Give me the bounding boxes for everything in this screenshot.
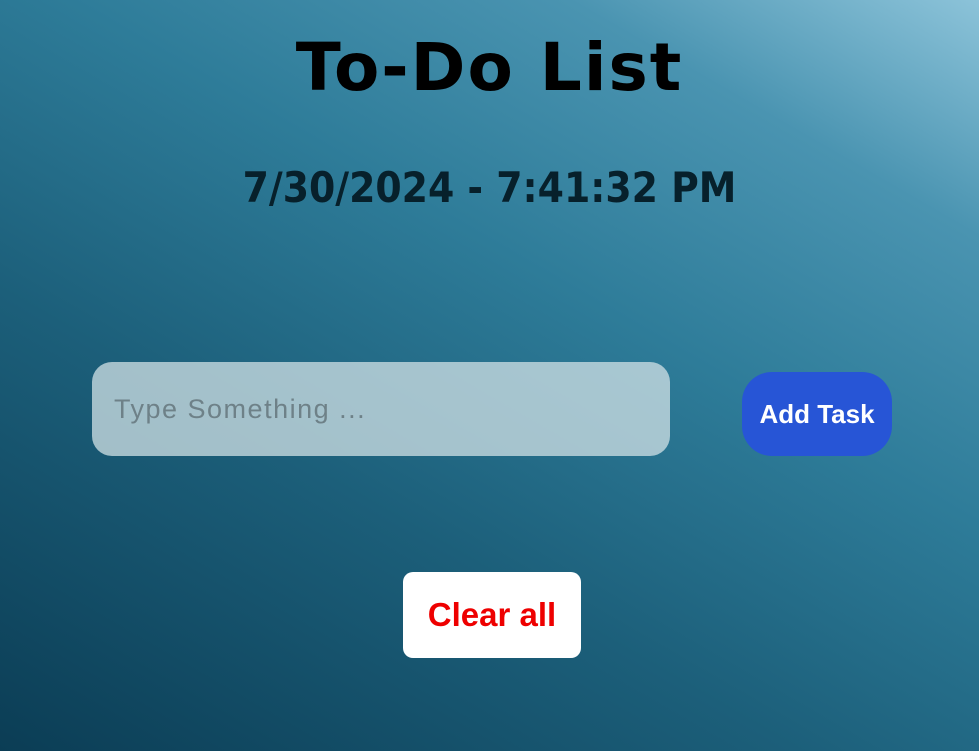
current-datetime: 7/30/2024 - 7:41:32 PM	[242, 163, 737, 212]
clear-all-button[interactable]: Clear all	[403, 572, 581, 658]
task-input[interactable]	[92, 362, 670, 456]
add-task-button[interactable]: Add Task	[742, 372, 892, 456]
page-title: To-Do List	[295, 29, 684, 106]
